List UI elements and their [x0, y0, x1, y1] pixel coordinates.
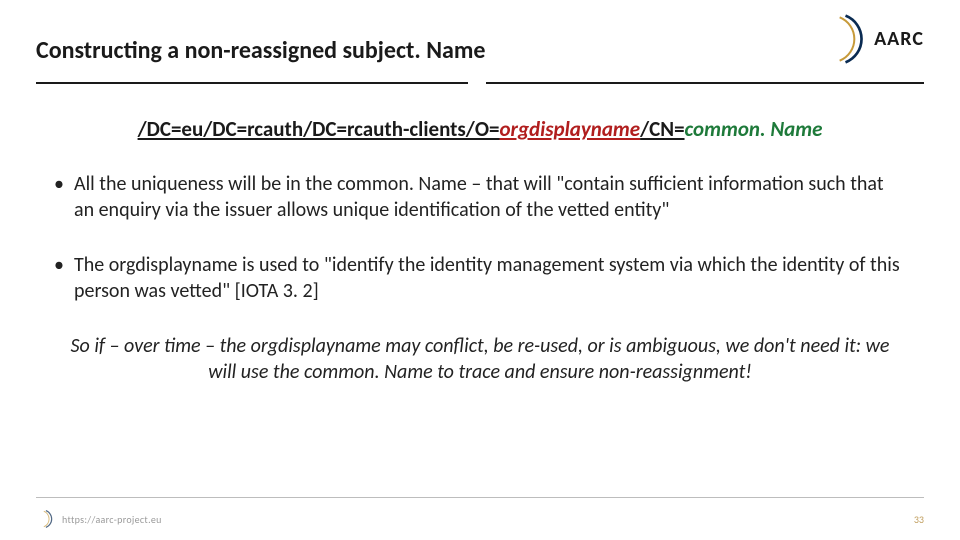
conclusion-text: So if – over time – the orgdisplayname m… — [54, 334, 906, 385]
slide-body: • All the uniqueness will be in the comm… — [54, 172, 906, 386]
bullet-mark-icon: • — [54, 172, 74, 223]
footer: https://aarc-project.eu 33 — [36, 510, 924, 528]
dn-sep: /CN= — [640, 116, 684, 142]
header-rule-right — [486, 82, 924, 84]
bullet-text: The orgdisplayname is used to "identify … — [74, 253, 906, 304]
footer-rule — [36, 497, 924, 498]
page-number: 33 — [914, 513, 924, 526]
dn-prefix: /DC=eu/DC=rcauth/DC=rcauth-clients/O= — [138, 116, 500, 142]
footer-left: https://aarc-project.eu — [36, 510, 162, 528]
footer-url: https://aarc-project.eu — [62, 513, 162, 526]
brand-logo-text: AARC — [874, 27, 924, 51]
bullet-text: All the uniqueness will be in the common… — [74, 172, 906, 223]
aarc-arc-icon — [818, 14, 868, 64]
brand-logo: AARC — [818, 14, 924, 64]
bullet-item: • All the uniqueness will be in the comm… — [54, 172, 906, 223]
bullet-mark-icon: • — [54, 253, 74, 304]
aarc-arc-icon — [36, 510, 54, 528]
dn-commonname: common. Name — [685, 116, 823, 142]
slide-title: Constructing a non-reassigned subject. N… — [36, 36, 485, 65]
header-rule-left — [36, 82, 468, 84]
dn-orgdisplayname: orgdisplayname — [499, 116, 640, 142]
header: Constructing a non-reassigned subject. N… — [36, 36, 924, 65]
dn-string: /DC=eu/DC=rcauth/DC=rcauth-clients/O=org… — [0, 116, 960, 142]
bullet-item: • The orgdisplayname is used to "identif… — [54, 253, 906, 304]
slide: Constructing a non-reassigned subject. N… — [0, 0, 960, 540]
